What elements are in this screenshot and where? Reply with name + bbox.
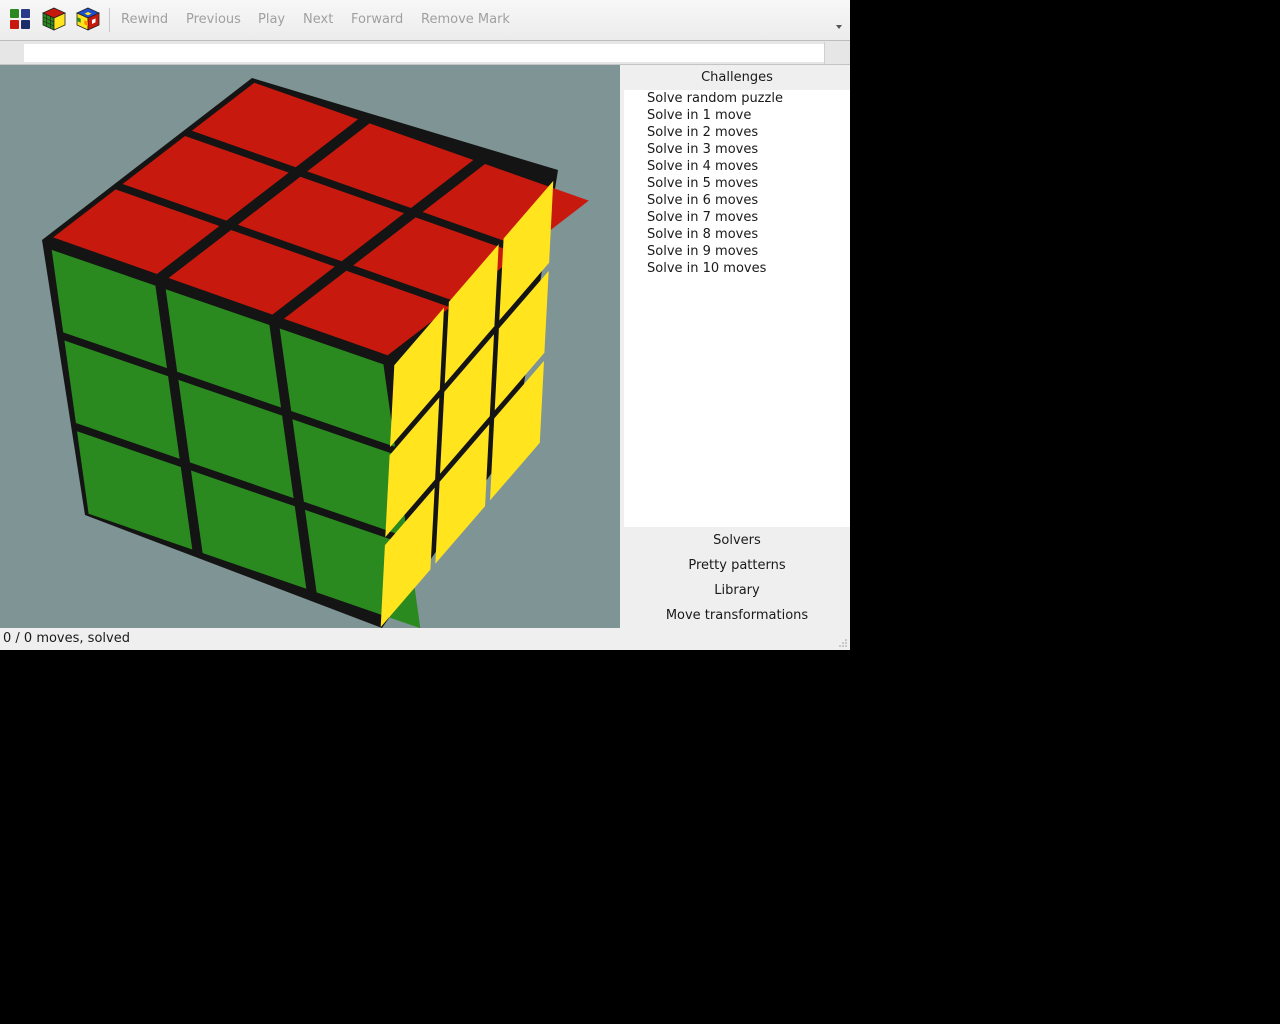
next-button[interactable]: Next (303, 11, 333, 29)
cube-solved-icon[interactable] (41, 6, 67, 32)
challenge-item[interactable]: Solve in 1 move (624, 107, 850, 124)
toolbar-separator (109, 8, 110, 32)
rewind-button[interactable]: Rewind (121, 11, 168, 29)
move-transformations-header[interactable]: Move transformations (624, 603, 850, 628)
remove-mark-button[interactable]: Remove Mark (421, 11, 510, 29)
play-button[interactable]: Play (258, 11, 285, 29)
challenge-item[interactable]: Solve random puzzle (624, 90, 850, 107)
challenge-item[interactable]: Solve in 2 moves (624, 124, 850, 141)
challenge-item[interactable]: Solve in 6 moves (624, 192, 850, 209)
toolbar-overflow-icon[interactable] (836, 25, 842, 29)
grid-icon[interactable] (7, 6, 33, 32)
status-text: 0 / 0 moves, solved (3, 631, 130, 646)
pretty-patterns-header[interactable]: Pretty patterns (624, 553, 850, 578)
challenge-item[interactable]: Solve in 3 moves (624, 141, 850, 158)
library-header[interactable]: Library (624, 578, 850, 603)
app-window: Rewind Previous Play Next Forward Remove… (0, 0, 850, 650)
status-bar: 0 / 0 moves, solved (0, 628, 850, 650)
forward-button[interactable]: Forward (351, 11, 403, 29)
toolbar: Rewind Previous Play Next Forward Remove… (0, 0, 850, 41)
solvers-header[interactable]: Solvers (624, 528, 850, 553)
challenges-header[interactable]: Challenges (624, 65, 850, 90)
cube-3d-view[interactable] (0, 65, 620, 628)
cube-scrambled-icon[interactable] (75, 6, 101, 32)
challenge-list: Solve random puzzle Solve in 1 move Solv… (624, 90, 850, 527)
move-edit-bar (0, 41, 850, 65)
edit-bar-divider (824, 42, 825, 64)
challenge-item[interactable]: Solve in 8 moves (624, 226, 850, 243)
challenge-item[interactable]: Solve in 5 moves (624, 175, 850, 192)
side-panel: Challenges Solve random puzzle Solve in … (624, 65, 850, 628)
challenge-item[interactable]: Solve in 7 moves (624, 209, 850, 226)
resize-grip-icon[interactable] (838, 638, 848, 648)
rubiks-cube[interactable] (0, 65, 620, 628)
move-input[interactable] (24, 44, 824, 62)
previous-button[interactable]: Previous (186, 11, 241, 29)
challenge-item[interactable]: Solve in 10 moves (624, 260, 850, 277)
challenge-item[interactable]: Solve in 9 moves (624, 243, 850, 260)
challenge-item[interactable]: Solve in 4 moves (624, 158, 850, 175)
